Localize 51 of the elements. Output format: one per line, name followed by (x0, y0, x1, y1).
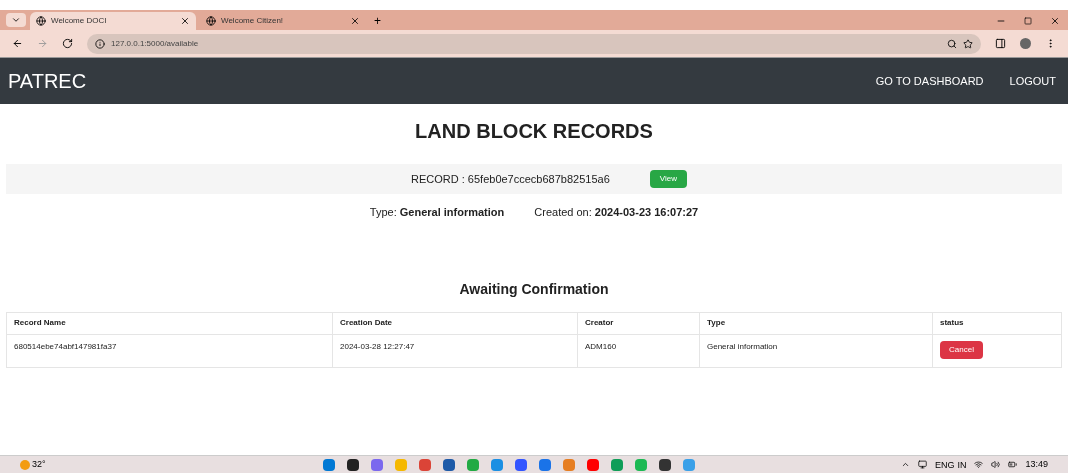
language-code[interactable]: ENG (934, 459, 955, 470)
section-title: Awaiting Confirmation (458, 279, 610, 299)
table-cell: General information (699, 334, 932, 367)
avatar-icon[interactable] (1020, 38, 1031, 49)
column-header: Type (699, 312, 932, 334)
browser-tab[interactable]: Welcome Citizen! (200, 12, 366, 30)
chevron-up-icon[interactable] (900, 460, 910, 469)
new-tab-button[interactable]: + (370, 12, 385, 30)
close-icon[interactable] (180, 16, 190, 26)
close-icon[interactable] (350, 16, 360, 26)
star-icon[interactable] (963, 38, 973, 49)
wifi-icon[interactable] (974, 460, 984, 469)
record-created: Created on: 2024-03-23 16:07:27 (534, 205, 699, 220)
browser-tab[interactable]: Welcome DOCI (30, 12, 196, 30)
chevron-down-icon (11, 15, 21, 25)
app-icon[interactable] (659, 458, 671, 471)
battery-icon[interactable] (1008, 460, 1018, 469)
brand-logo[interactable]: PATREC (8, 66, 850, 96)
tab-title: Welcome DOCI (51, 15, 108, 27)
speaker-icon[interactable] (991, 460, 1001, 469)
page-title: LAND BLOCK RECORDS (414, 119, 654, 144)
column-header: Creator (577, 312, 699, 334)
globe-icon (206, 16, 216, 26)
info-icon (95, 38, 105, 49)
record-type: Type: General information (369, 205, 505, 220)
cancel-button[interactable]: Cancel (940, 340, 983, 359)
weather-temperature: 32° (32, 457, 46, 471)
back-arrow-icon[interactable] (12, 38, 23, 49)
record-id: RECORD : 65feb0e7ccecb687b82515a6 (411, 171, 610, 187)
column-header: Record Name (13, 317, 67, 329)
clock-time[interactable]: 13:49 (1025, 457, 1048, 472)
reload-icon[interactable] (62, 38, 73, 49)
monitor-icon[interactable] (917, 460, 927, 469)
search-icon[interactable] (947, 38, 957, 49)
nav-link[interactable]: GO TO DASHBOARD (875, 72, 984, 90)
column-header: status (932, 312, 1061, 334)
url-text: 127.0.0.1:5000/available (111, 37, 200, 50)
nav-link[interactable]: LOGOUT (1009, 72, 1056, 90)
side-panel-icon[interactable] (995, 38, 1006, 49)
maximize-icon[interactable] (1024, 17, 1032, 25)
app-icon[interactable] (347, 458, 359, 471)
table-cell: ADM160 (577, 334, 699, 367)
app-icon[interactable] (443, 458, 455, 471)
address-bar[interactable]: 127.0.0.1:5000/available (87, 33, 981, 54)
table-cell-text: 680514ebe74abf147981fa37 (13, 340, 118, 353)
region-code[interactable]: IN (957, 459, 967, 470)
globe-icon (36, 16, 46, 26)
tab-title: Welcome Citizen! (221, 15, 285, 27)
table-cell: 2024-03-28 12:27:47 (332, 334, 577, 367)
close-icon[interactable] (1050, 16, 1060, 26)
column-header: Creation Date (332, 312, 577, 334)
